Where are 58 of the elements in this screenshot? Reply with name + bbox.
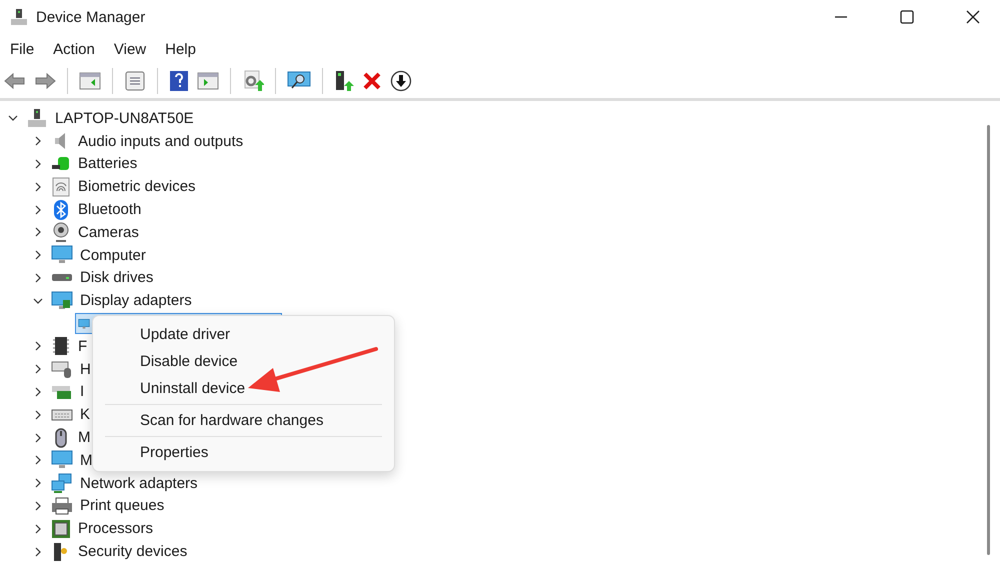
processor-icon xyxy=(51,518,71,539)
tree-item[interactable]: Network adapters xyxy=(80,474,198,492)
forward-arrow-icon[interactable] xyxy=(34,72,56,90)
tree-item[interactable]: Bluetooth xyxy=(78,201,142,218)
menu-item[interactable]: Action xyxy=(53,40,95,58)
window-icon[interactable] xyxy=(79,71,101,91)
keyboard-mouse-icon xyxy=(51,359,73,380)
tree-item[interactable]: Batteries xyxy=(78,155,138,172)
window-icon[interactable] xyxy=(197,71,219,91)
maximize-icon[interactable] xyxy=(900,10,914,24)
menu-item[interactable]: Properties xyxy=(97,439,390,466)
disk-drive-icon xyxy=(51,273,73,282)
tree-item[interactable]: F xyxy=(78,338,88,355)
webcam-icon xyxy=(51,222,71,242)
document-icon[interactable] xyxy=(124,71,146,91)
menu-item[interactable]: Uninstall device xyxy=(97,375,390,402)
menu-item[interactable]: File xyxy=(10,40,34,58)
tree-item[interactable]: M xyxy=(78,429,90,446)
menu-item[interactable]: Disable device xyxy=(97,348,390,375)
tree-item[interactable]: I xyxy=(80,383,84,400)
tree-item[interactable]: H xyxy=(80,360,91,378)
scrollbar[interactable] xyxy=(987,125,990,555)
printer-icon xyxy=(51,496,73,516)
device-icon[interactable] xyxy=(334,70,354,92)
tree-item[interactable]: Computer xyxy=(80,246,146,264)
tree-item[interactable]: LAPTOP-UN8AT50E xyxy=(55,110,194,127)
fingerprint-icon xyxy=(51,176,71,197)
window-title: Device Manager xyxy=(36,8,146,26)
tree-item[interactable]: Security devices xyxy=(78,543,188,560)
bluetooth-icon xyxy=(51,200,71,220)
tree-item[interactable]: Biometric devices xyxy=(78,178,196,196)
tree-item[interactable]: M xyxy=(80,452,92,469)
network-icon xyxy=(51,473,73,494)
tree-item[interactable]: Processors xyxy=(78,520,154,538)
menu-item[interactable]: Help xyxy=(165,40,196,58)
tree-item[interactable]: Display adapters xyxy=(80,292,192,310)
tree-item[interactable]: K xyxy=(80,406,90,424)
menu-item[interactable]: Scan for hardware changes xyxy=(97,407,390,434)
tree-item[interactable]: Disk drives xyxy=(80,269,154,286)
gear-icon[interactable] xyxy=(242,70,264,92)
menu-item[interactable]: Update driver xyxy=(97,321,390,348)
menu-item[interactable]: View xyxy=(114,40,146,58)
delete-icon[interactable] xyxy=(362,71,382,91)
monitor-icon xyxy=(51,245,73,266)
computer-icon xyxy=(27,108,47,128)
download-icon[interactable] xyxy=(390,70,412,92)
monitor-icon xyxy=(51,450,73,470)
computer-icon xyxy=(10,8,28,26)
memory-chip-icon xyxy=(51,336,71,356)
monitor-search-icon[interactable] xyxy=(287,71,311,91)
tree-item[interactable]: Audio inputs and outputs xyxy=(78,132,244,150)
tree-item[interactable]: Print queues xyxy=(80,497,164,514)
monitor-icon xyxy=(78,318,90,330)
close-icon[interactable] xyxy=(966,10,980,24)
back-arrow-icon[interactable] xyxy=(4,72,26,90)
monitor-icon xyxy=(51,290,73,311)
help-icon[interactable] xyxy=(169,70,189,92)
tree-item[interactable]: Cameras xyxy=(78,224,139,241)
